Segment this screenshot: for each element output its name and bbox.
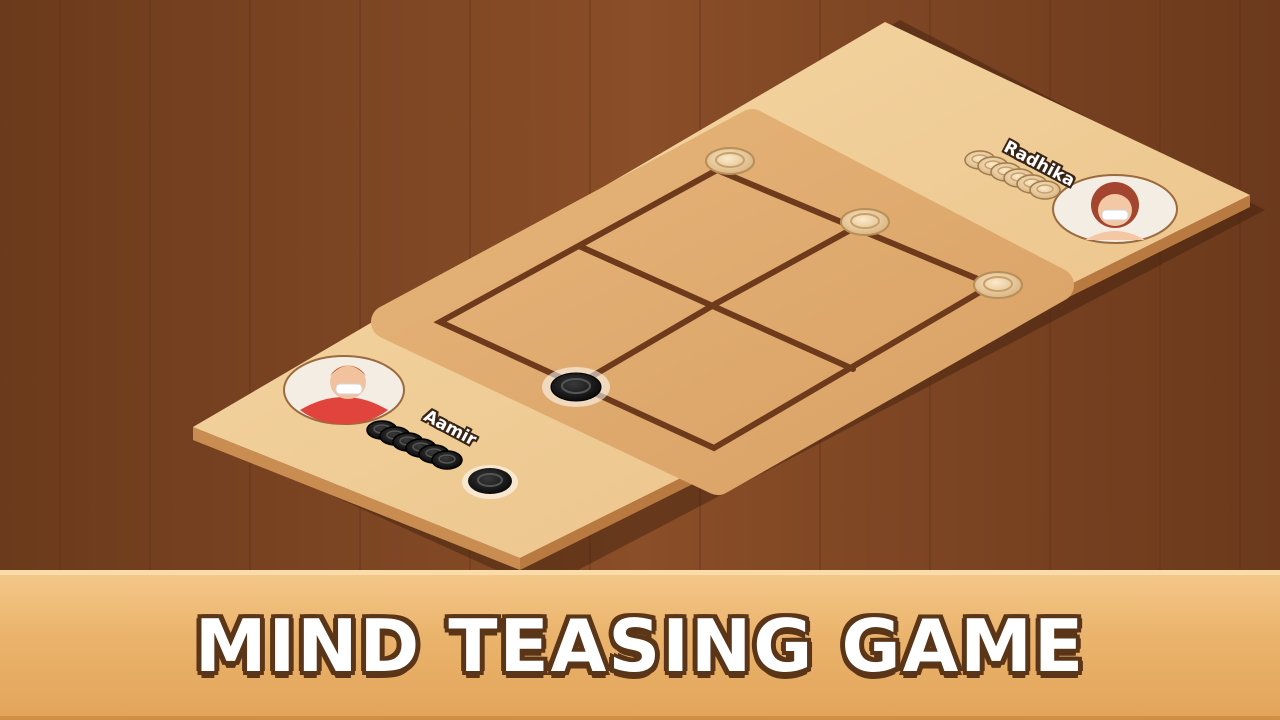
title-banner: MIND TEASING GAME	[0, 570, 1280, 720]
avatar-aamir	[283, 355, 405, 425]
white-piece-on-board[interactable]	[973, 271, 1023, 299]
banner-title: MIND TEASING GAME	[194, 604, 1086, 688]
game-scene	[0, 0, 1280, 570]
black-piece-in-hand[interactable]	[468, 468, 512, 494]
white-piece-on-board[interactable]	[840, 208, 890, 236]
white-piece-on-board[interactable]	[705, 147, 755, 175]
black-piece-on-board[interactable]	[550, 372, 602, 402]
black-reserve-piece	[431, 450, 463, 470]
